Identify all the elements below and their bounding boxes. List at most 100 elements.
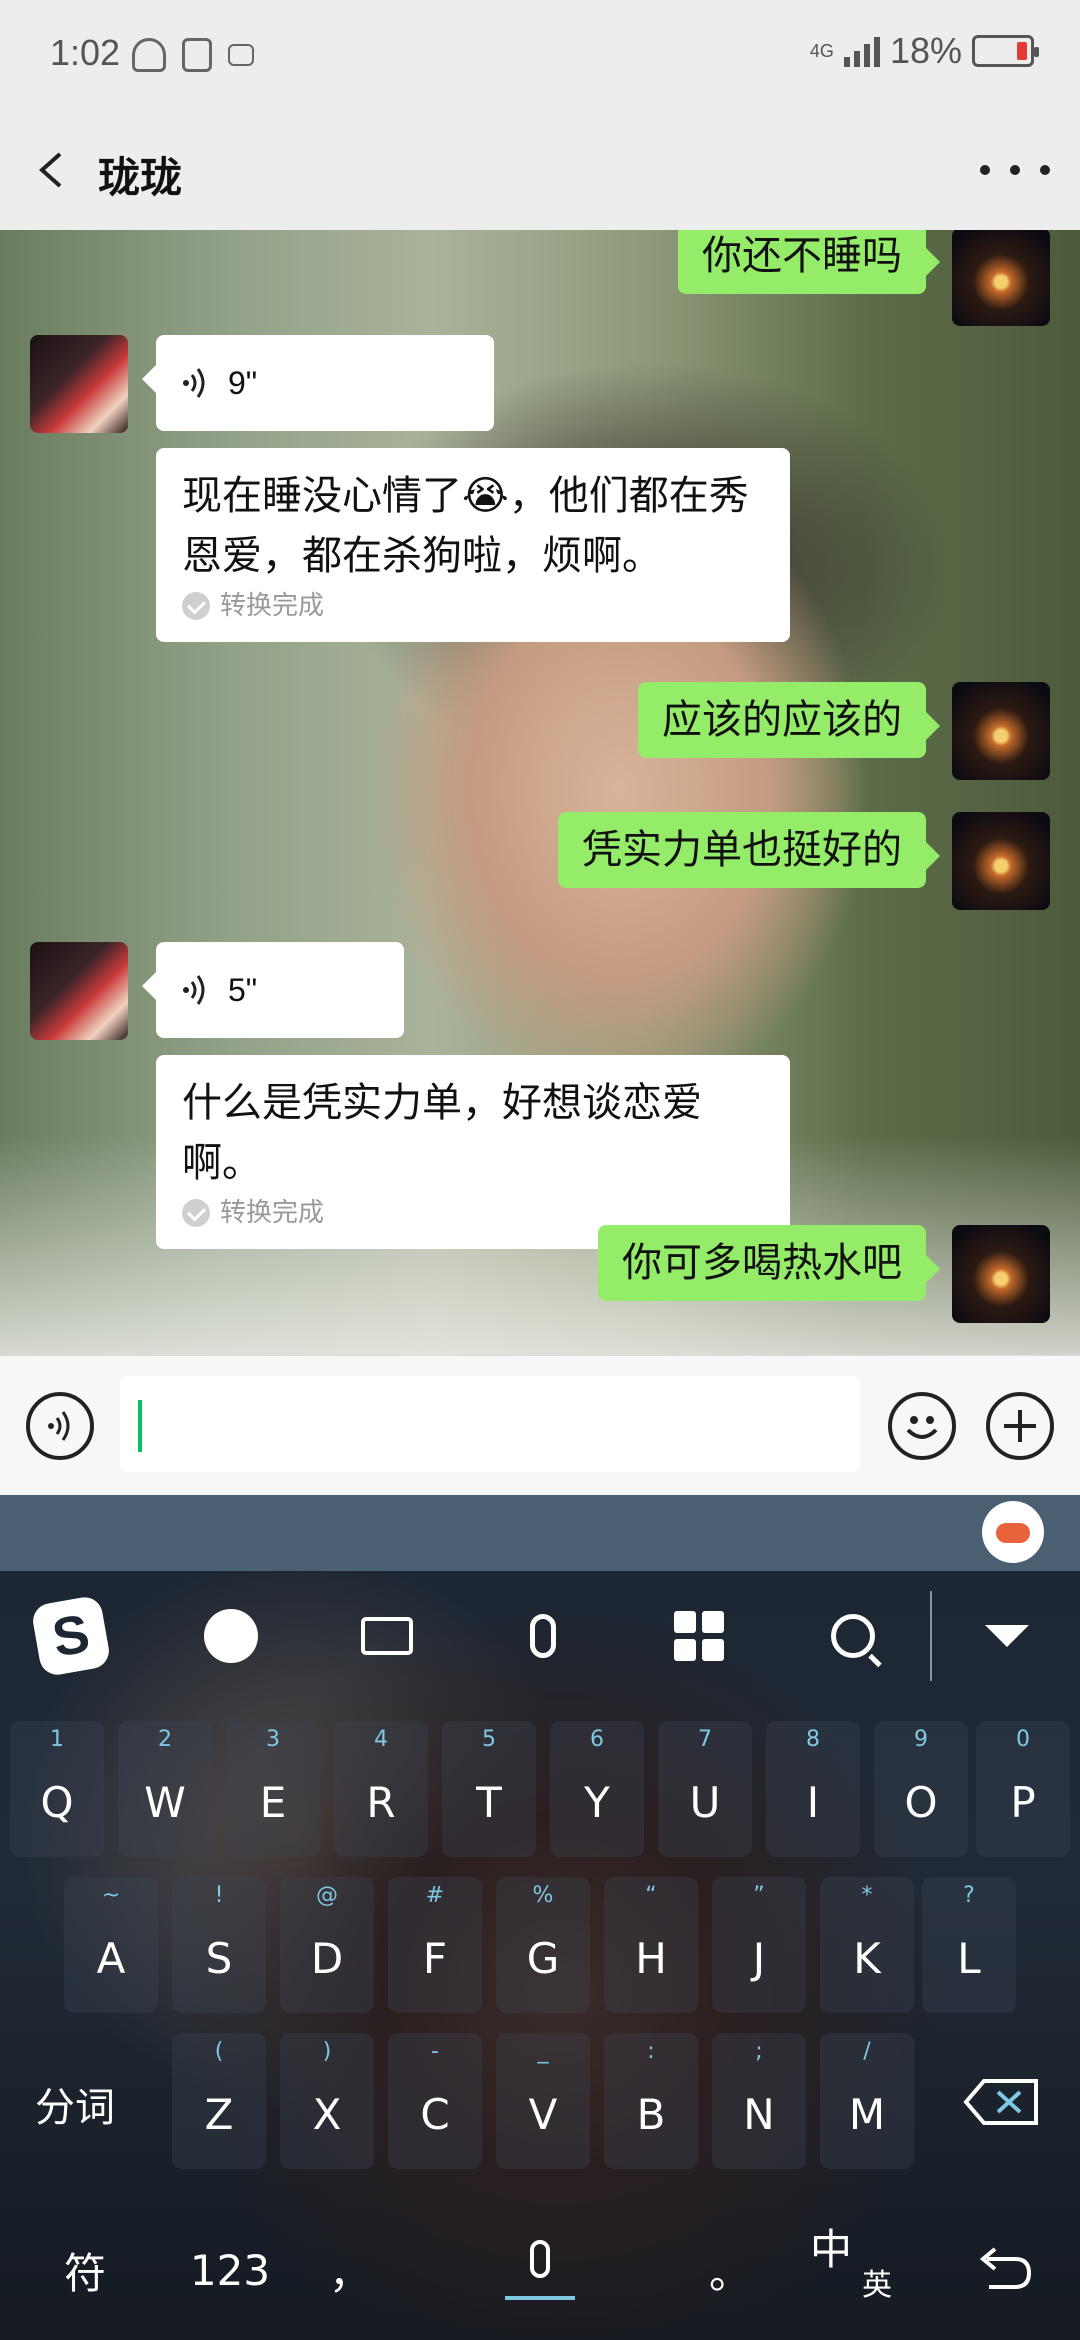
key-u[interactable]: 7U [658,1721,752,1857]
key-t[interactable]: 5T [442,1721,536,1857]
key-n[interactable]: ; N [712,2033,806,2169]
search-icon[interactable] [818,1601,888,1671]
voice-message-bubble[interactable]: 9" [142,335,494,431]
key-q[interactable]: 1Q [10,1721,104,1857]
avatar[interactable] [30,335,128,433]
battery-icon [972,35,1039,67]
key-s[interactable]: ! S [172,1877,266,2013]
sogou-logo-icon[interactable]: S [30,1594,112,1678]
message-text: 应该的应该的 [662,697,902,743]
chat-area[interactable]: 你还不睡吗 9" 现在睡没心情了😭，他们都在秀恩爱，都在杀狗啦，烦啊。 转换完成… [0,230,1080,1355]
network-type: 4G [809,41,834,61]
voice-duration: 5" [228,972,258,1008]
key-y[interactable]: 6Y [550,1721,644,1857]
message-bubble[interactable]: 应该的应该的 [638,682,940,758]
collapse-icon[interactable] [972,1601,1042,1671]
mascot-icon[interactable] [982,1501,1044,1563]
status-time: 1:02 [50,32,121,73]
voice-message-bubble[interactable]: 5" [142,942,404,1038]
key-o[interactable]: 9O [874,1721,968,1857]
key-p[interactable]: 0P [976,1721,1070,1857]
key-x[interactable]: ) X [280,2033,374,2169]
voice-duration: 9" [228,365,258,401]
split-word-key[interactable]: 分词 [20,2033,130,2169]
voice-icon[interactable] [26,1392,94,1460]
symbols-key[interactable]: 符 [30,2210,140,2330]
mic-icon[interactable] [508,1601,578,1671]
key-d[interactable]: @ D [280,1877,374,2013]
status-right: 4G 18% [809,30,1039,72]
check-icon [182,1199,210,1227]
voice-wave-icon [183,975,205,1005]
mic-icon [505,2240,575,2300]
key-j[interactable]: ” J [712,1877,806,2013]
mute-icon [132,38,166,72]
keyboard-icon[interactable] [352,1601,422,1671]
avatar[interactable] [952,1225,1050,1323]
message-text: 你还不睡吗 [702,233,902,279]
chat-header: 珑珑 [0,110,1080,230]
text-caret [138,1400,142,1452]
key-k[interactable]: * K [820,1877,914,2013]
key-h[interactable]: “H [604,1877,698,2013]
message-bubble[interactable]: 凭实力单也挺好的 [558,812,940,888]
key-z[interactable]: (Z [172,2033,266,2169]
key-r[interactable]: 4R [334,1721,428,1857]
numbers-key[interactable]: 123 [160,2210,300,2330]
signal-icon [843,35,880,67]
keyboard-toolbar: S [0,1571,1080,1701]
apps-grid-icon[interactable] [664,1601,734,1671]
avatar[interactable] [30,942,128,1040]
chevron-left-icon[interactable] [34,150,70,190]
bluetooth-battery-icon [182,38,212,72]
key-b[interactable]: :B [604,2033,698,2169]
message-bubble[interactable]: 你还不睡吗 [678,230,940,294]
key-m[interactable]: / M [820,2033,914,2169]
backspace-icon [963,2079,1038,2125]
avatar[interactable] [952,812,1050,910]
key-g[interactable]: % G [496,1877,590,2013]
key-f[interactable]: # F [388,1877,482,2013]
voice-transcript[interactable]: 现在睡没心情了😭，他们都在秀恩爱，都在杀狗啦，烦啊。 转换完成 [156,448,790,642]
key-c[interactable]: -C [388,2033,482,2169]
message-bubble[interactable]: 你可多喝热水吧 [598,1225,940,1301]
more-dots-icon[interactable] [980,150,1050,190]
lang-cn: 中 [810,2225,853,2274]
keyboard-icon [228,44,254,66]
plus-icon[interactable] [986,1392,1054,1460]
message-text: 你可多喝热水吧 [622,1240,902,1286]
voice-transcript[interactable]: 什么是凭实力单，好想谈恋爱啊。 转换完成 [156,1055,790,1249]
keyboard-bottom-row: 符 123 ， 。 中 英 [0,2200,1080,2340]
language-switch-key[interactable]: 中 英 [790,2210,930,2330]
comma-key[interactable]: ， [310,2210,390,2330]
transcript-text: 现在睡没心情了😭，他们都在秀恩爱，都在杀狗啦，烦啊。 [182,473,749,579]
keyboard-top-strip [0,1495,1080,1571]
key-l[interactable]: ? L [922,1877,1016,2013]
avatar[interactable] [952,230,1050,326]
chat-title: 珑珑 [98,153,183,202]
keyboard: S 1Q 2W 3E 4R 5T 6Y 7U 8I 9O 0P ~ A ! S @ D… [0,1571,1080,2340]
status-bar: 1:02 4G 18% [0,0,1080,110]
space-key[interactable] [400,2210,680,2330]
input-bar [0,1355,1080,1495]
message-input[interactable] [120,1376,860,1472]
enter-key[interactable] [950,2210,1060,2330]
avatar[interactable] [952,682,1050,780]
status-icons-left [132,38,254,72]
toolbar-divider [930,1591,932,1681]
check-icon [182,592,210,620]
key-i[interactable]: 8I [766,1721,860,1857]
message-text: 凭实力单也挺好的 [582,827,902,873]
battery-percent: 18% [889,30,962,71]
lang-en: 英 [862,2268,892,2303]
transcript-status: 转换完成 [220,1198,325,1228]
key-e[interactable]: 3E [226,1721,320,1857]
backspace-key[interactable] [948,2033,1058,2169]
key-v[interactable]: _ V [496,2033,590,2169]
emoji-icon[interactable] [888,1392,956,1460]
emoji-icon[interactable] [196,1601,266,1671]
key-a[interactable]: ~ A [64,1877,158,2013]
transcript-text: 什么是凭实力单，好想谈恋爱啊。 [182,1080,702,1186]
key-w[interactable]: 2W [118,1721,212,1857]
period-key[interactable]: 。 [690,2210,770,2330]
